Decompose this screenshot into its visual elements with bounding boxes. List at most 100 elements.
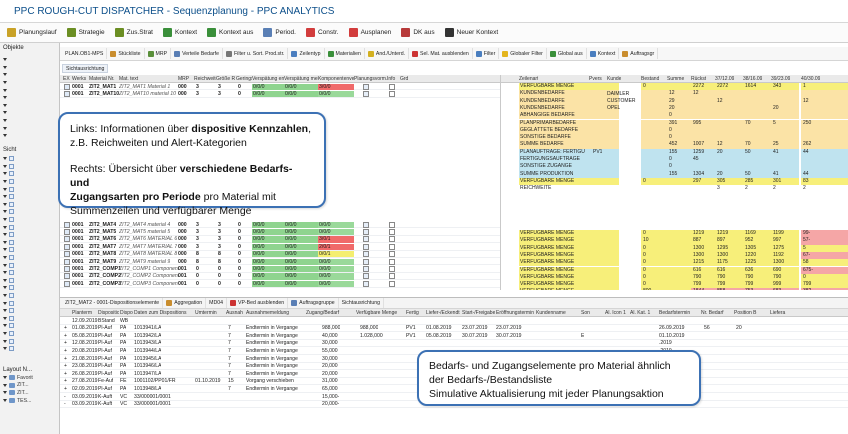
period-row[interactable]: FERTIGUNGSAUFTRÄGE 0 45 <box>501 156 848 164</box>
tree-node[interactable] <box>2 314 58 322</box>
rueck-cell[interactable] <box>691 126 715 135</box>
table-row[interactable]: 0001 ZIT2_MAT4 ZIT2_MAT4 material 4 000 3 3 0 0… <box>60 221 500 229</box>
expand-triangle-icon[interactable] <box>3 309 7 313</box>
expand-triangle-icon[interactable] <box>3 316 7 320</box>
table-row[interactable]: 0001 ZIT2_COMP1 ZIT2_COMP1 Component 001 0 0 0… <box>60 265 500 273</box>
tree-node[interactable] <box>2 239 58 247</box>
v1-alert-cell[interactable]: 0/0/0 <box>252 228 284 236</box>
bestand-cell[interactable]: 0 <box>641 177 667 186</box>
favorite-item[interactable]: TES... <box>2 397 58 405</box>
rueck-cell[interactable]: 1259 <box>691 148 715 156</box>
period-header-r-ckst[interactable]: Rückst <box>691 76 706 82</box>
bestand-cell[interactable] <box>641 119 667 127</box>
tree-node[interactable] <box>2 56 58 64</box>
week-value-cell[interactable]: 20 <box>715 148 743 156</box>
week-value-cell[interactable]: 262 <box>801 141 848 149</box>
column-header-mat-text[interactable]: Mat. text <box>119 76 177 82</box>
v2-alert-cell[interactable]: 0/0/0 <box>284 273 318 280</box>
week-value-cell[interactable]: 1225 <box>743 259 771 267</box>
period-row[interactable]: VERFÜGBARE MENGE 0 799 799 799 999 799 <box>501 281 848 289</box>
week-value-cell[interactable]: 20 <box>771 104 799 113</box>
expand-triangle-icon[interactable] <box>3 126 7 130</box>
expand-triangle-icon[interactable] <box>3 172 7 176</box>
planning-view-icon[interactable] <box>363 90 369 99</box>
column-header-reichweite[interactable]: Reichweite <box>194 76 216 82</box>
period-header-39-23-09[interactable]: 39/23.09 <box>771 76 790 82</box>
info-icon[interactable] <box>389 90 395 99</box>
expand-triangle-icon[interactable] <box>3 73 7 77</box>
plan-toolbar-sel-mat-ausblenden-button[interactable]: Sel. Mat. ausblenden <box>409 48 473 59</box>
summe-cell[interactable]: 0 <box>667 156 691 164</box>
bestand-cell[interactable] <box>641 141 667 149</box>
mrp-column-verf-gbare-menge[interactable]: Verfügbare Menge <box>356 310 405 316</box>
week-value-cell[interactable]: 999 <box>771 281 799 289</box>
period-header-summe[interactable]: Summe <box>667 76 684 82</box>
week-value-cell[interactable]: 12 <box>801 97 848 105</box>
v1-alert-cell[interactable]: 0/0/0 <box>252 280 284 288</box>
expand-triangle-icon[interactable] <box>3 256 7 260</box>
v1-alert-cell[interactable]: 0/0/0 <box>252 90 284 98</box>
summe-cell[interactable] <box>667 83 691 91</box>
week-value-cell[interactable]: 997 <box>771 237 799 245</box>
expand-triangle-icon[interactable] <box>3 225 7 229</box>
week-value-cell[interactable]: 50 <box>743 170 771 178</box>
week-value-cell[interactable]: 12 <box>715 97 743 105</box>
tree-node[interactable] <box>2 292 58 300</box>
week-value-cell[interactable]: 1192 <box>771 251 799 260</box>
mrp-toolbar-sichtausrichtung-button[interactable]: Sichtausrichtung <box>339 298 385 308</box>
expand-triangle-icon[interactable] <box>3 65 7 69</box>
period-row[interactable]: KUNDENBEDARFE CUSTOMER 29 12 12 <box>501 97 848 105</box>
mrp-column-daten-zum-dispositions[interactable]: Daten zum Dispositions <box>134 310 194 316</box>
rueck-cell[interactable]: 995 <box>691 119 715 127</box>
expand-triangle-icon[interactable] <box>3 119 7 123</box>
week-value-cell[interactable] <box>801 112 848 120</box>
week-value-cell[interactable] <box>743 90 771 98</box>
komp-alert-cell[interactable]: 0/0/0 <box>318 90 354 98</box>
mrp-element-row[interactable]: +12.08.2019 Pl-Auf PA 1013943/LA 7 Endtermin … <box>60 340 848 348</box>
week-value-cell[interactable]: 1175 <box>715 259 743 267</box>
week-value-cell[interactable]: 2272 <box>715 83 743 91</box>
week-value-cell[interactable]: 57- <box>801 237 848 245</box>
plan-toolbar-global-aus-button[interactable]: Global aus <box>547 48 587 59</box>
mrp-toolbar-aggregation-button[interactable]: Aggregation <box>163 298 207 308</box>
expand-triangle-icon[interactable] <box>3 81 7 85</box>
expand-triangle-icon[interactable] <box>3 103 7 107</box>
tree-node[interactable] <box>2 269 58 277</box>
week-value-cell[interactable] <box>801 104 848 113</box>
plan-toolbar-auftragsgr-button[interactable]: Auftragsgr <box>619 48 659 59</box>
bestand-cell[interactable]: 10 <box>641 237 667 245</box>
rueck-cell[interactable] <box>691 163 715 171</box>
toolbar-strategie-button[interactable]: Strategie <box>62 25 110 41</box>
tree-node[interactable] <box>2 79 58 87</box>
period-row[interactable]: SONSTIGE BEDARFE 0 <box>501 134 848 142</box>
tree-node[interactable] <box>2 102 58 110</box>
week-value-cell[interactable]: 799 <box>743 281 771 289</box>
column-header-mrp[interactable]: MRP <box>178 76 194 82</box>
expand-triangle-icon[interactable] <box>3 383 7 387</box>
rueck-cell[interactable] <box>691 104 715 113</box>
bestand-cell[interactable] <box>641 156 667 164</box>
week-value-cell[interactable]: 70 <box>743 141 771 149</box>
period-header-kunde[interactable]: Kunde <box>607 76 621 82</box>
week-value-cell[interactable]: 2 <box>771 185 799 193</box>
tree-node[interactable] <box>2 345 58 353</box>
table-row[interactable]: 0001 ZIT2_COMP3 ZIT2_COMP3 Componen 001 0 0 0 0… <box>60 280 500 288</box>
v1-alert-cell[interactable]: 0/0/0 <box>252 236 284 243</box>
expand-triangle-icon[interactable] <box>3 399 7 403</box>
period-row[interactable]: REICHWEITE 3 2 2 2 <box>501 185 848 193</box>
week-value-cell[interactable]: 25 <box>771 141 799 149</box>
week-value-cell[interactable]: 690 <box>771 266 799 274</box>
tree-node[interactable] <box>2 71 58 79</box>
komp-alert-cell[interactable]: 0/0/1 <box>318 251 354 258</box>
week-value-cell[interactable]: 5 <box>771 119 799 127</box>
tree-node[interactable] <box>2 117 58 125</box>
komp-alert-cell[interactable]: 0/0/0 <box>318 273 354 280</box>
tree-node[interactable] <box>2 277 58 285</box>
week-value-cell[interactable] <box>771 112 799 120</box>
week-value-cell[interactable] <box>715 90 743 98</box>
mrp-column-umtermin[interactable]: Umtermin <box>195 310 225 316</box>
expand-triangle-icon[interactable] <box>3 324 7 328</box>
week-value-cell[interactable]: 285 <box>743 177 771 186</box>
plan-toolbar-materialien-button[interactable]: Materialien <box>325 48 365 59</box>
bestand-cell[interactable] <box>641 185 667 193</box>
